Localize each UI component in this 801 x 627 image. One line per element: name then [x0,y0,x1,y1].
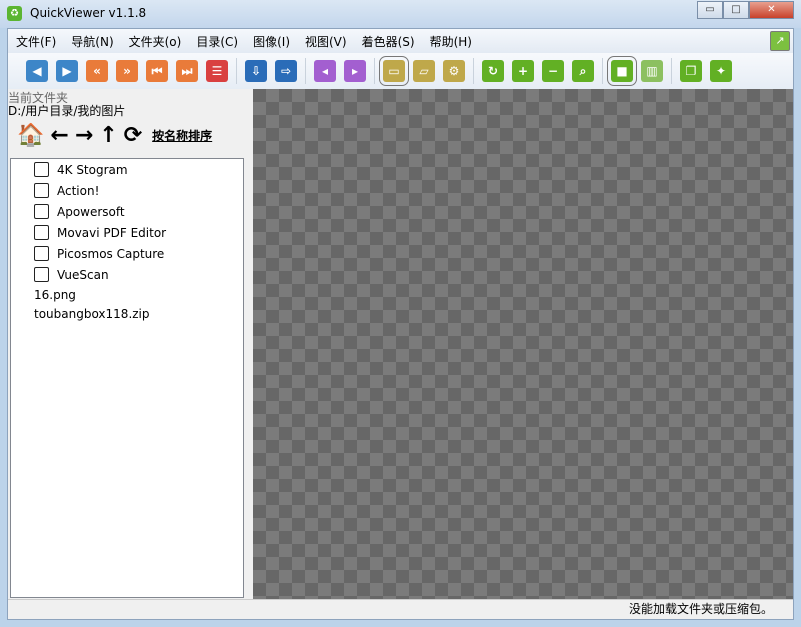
home-icon[interactable]: 🏠 [17,123,44,148]
file-item[interactable]: toubangbox118.zip [11,304,243,323]
sort-by-name-button[interactable]: 按名称排序 [152,127,212,144]
folder-name: 4K Stogram [57,162,128,177]
toolbar: ◀ ▶ « » ⏮ ⏭ ☰ ⇩ ⇨ ◂ ▸ ▭ ▱ ⚙ ↻ + − ⌕ ■ ▥ ❐ ✦ [8,53,793,89]
fullscreen-button[interactable]: ❐ [680,60,702,82]
folder-button[interactable]: ▭ [379,56,409,86]
open-volume-button[interactable]: ⇩ [245,60,267,82]
menu-folder[interactable]: 文件夹(o) [129,33,182,50]
menu-file[interactable]: 文件(F) [16,33,56,50]
menu-image[interactable]: 图像(I) [253,33,290,50]
toolbar-separator [374,58,375,84]
arrow-up-icon[interactable]: ↑ [99,123,117,148]
first-button[interactable]: ⏮ [146,60,168,82]
checkbox[interactable] [34,183,49,198]
catalog-button[interactable]: ☰ [206,60,228,82]
folder-item[interactable]: Picosmos Capture [11,243,243,264]
folder-nav: 🏠 ← → ↑ ⟳ 按名称排序 [17,123,218,148]
last-button[interactable]: ⏭ [176,60,198,82]
zoom-out-button[interactable]: − [542,60,564,82]
menu-help[interactable]: 帮助(H) [430,33,472,50]
maximize-button[interactable]: □ [723,1,749,19]
toolbar-separator [305,58,306,84]
folder-name: Apowersoft [57,204,125,219]
prev-volume-button[interactable]: ◂ [314,60,336,82]
arrow-left-icon[interactable]: ← [50,123,68,148]
prev-image-button[interactable]: ◀ [26,60,48,82]
menu-bar: 文件(F) 导航(N) 文件夹(o) 目录(C) 图像(I) 视图(V) 着色器… [8,29,793,53]
edit-icon[interactable]: ↗ [770,31,790,51]
menu-shader[interactable]: 着色器(S) [362,33,415,50]
folder-list[interactable]: 4K Stogram Action! Apowersoft Movavi PDF Ed… [10,158,244,598]
magnifier-button[interactable]: ⌕ [572,60,594,82]
folder-name: VueScan [57,267,109,282]
settings-button[interactable]: ⚙ [443,60,465,82]
main-window: 文件(F) 导航(N) 文件夹(o) 目录(C) 图像(I) 视图(V) 着色器… [7,28,794,620]
fast-forward-button[interactable]: » [116,60,138,82]
book-button[interactable]: ▱ [413,60,435,82]
pin-button[interactable]: ✦ [710,60,732,82]
zoom-in-button[interactable]: + [512,60,534,82]
checkbox[interactable] [34,162,49,177]
folder-name: Action! [57,183,100,198]
checkbox[interactable] [34,246,49,261]
folder-item[interactable]: Movavi PDF Editor [11,222,243,243]
rotate-button[interactable]: ↻ [482,60,504,82]
menu-view[interactable]: 视图(V) [305,33,347,50]
folder-name: Movavi PDF Editor [57,225,167,240]
toolbar-separator [236,58,237,84]
toolbar-separator [473,58,474,84]
single-page-button[interactable]: ■ [607,56,637,86]
fast-back-button[interactable]: « [86,60,108,82]
current-path: D:/用户目录/我的图片 [8,104,126,118]
next-volume-button[interactable]: ▸ [344,60,366,82]
checkbox[interactable] [34,225,49,240]
window-title: QuickViewer v1.1.8 [30,6,147,20]
toolbar-separator [602,58,603,84]
file-item[interactable]: 16.png [11,285,243,304]
refresh-icon[interactable]: ⟳ [124,123,142,148]
folder-item[interactable]: Apowersoft [11,201,243,222]
toolbar-separator [671,58,672,84]
folder-item[interactable]: Action! [11,180,243,201]
menu-navigate[interactable]: 导航(N) [71,33,113,50]
minimize-button[interactable]: ▭ [697,1,723,19]
arrow-right-icon[interactable]: → [75,123,93,148]
close-button[interactable]: ✕ [749,1,794,19]
title-bar: ♻ QuickViewer v1.1.8 ▭ □ ✕ [0,0,801,28]
image-viewer[interactable] [253,89,793,599]
checkbox[interactable] [34,267,49,282]
dual-page-button[interactable]: ▥ [641,60,663,82]
folder-name: Picosmos Capture [57,246,165,261]
menu-catalog[interactable]: 目录(C) [196,33,238,50]
next-image-button[interactable]: ▶ [56,60,78,82]
folder-panel: 当前文件夹 D:/用户目录/我的图片 🏠 ← → ↑ ⟳ 按名称排序 4K St… [8,89,253,599]
folder-item[interactable]: VueScan [11,264,243,285]
folder-item[interactable]: 4K Stogram [11,159,243,180]
status-bar: 没能加载文件夹或压缩包。 [8,599,793,619]
export-button[interactable]: ⇨ [275,60,297,82]
app-icon: ♻ [7,6,22,21]
checkbox[interactable] [34,204,49,219]
